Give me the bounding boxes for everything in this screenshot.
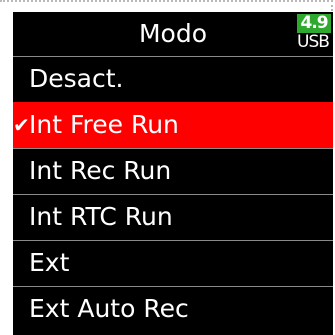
menu-item-label: Desact. <box>29 64 124 93</box>
menu-item-ext-auto-rec[interactable]: Ext Auto Rec <box>13 286 333 332</box>
menu-item-int-rec-run[interactable]: Int Rec Run <box>13 148 333 194</box>
menu-item-label: Ext Auto Rec <box>29 294 189 323</box>
menu-item-label: Int RTC Run <box>29 202 173 231</box>
header: Modo 4.9 USB <box>13 12 333 56</box>
menu-item-ext[interactable]: Ext <box>13 240 333 286</box>
device-screen: Modo 4.9 USB Desact. ✔Int Free Run Int R… <box>13 12 333 335</box>
menu-item-int-free-run[interactable]: ✔Int Free Run <box>13 102 333 148</box>
power-source-label: USB <box>297 32 330 52</box>
battery-indicator: 4.9 USB <box>297 14 333 52</box>
checkmark-icon: ✔ <box>13 113 30 137</box>
menu-item-label: Int Free Run <box>29 110 179 139</box>
mode-menu: Desact. ✔Int Free Run Int Rec Run Int RT… <box>13 56 333 332</box>
menu-item-desact[interactable]: Desact. <box>13 56 333 102</box>
menu-item-int-rtc-run[interactable]: Int RTC Run <box>13 194 333 240</box>
menu-item-label: Int Rec Run <box>29 156 172 185</box>
page-title: Modo <box>138 19 208 48</box>
menu-item-label: Ext <box>29 248 70 277</box>
battery-level: 4.9 <box>297 14 331 33</box>
